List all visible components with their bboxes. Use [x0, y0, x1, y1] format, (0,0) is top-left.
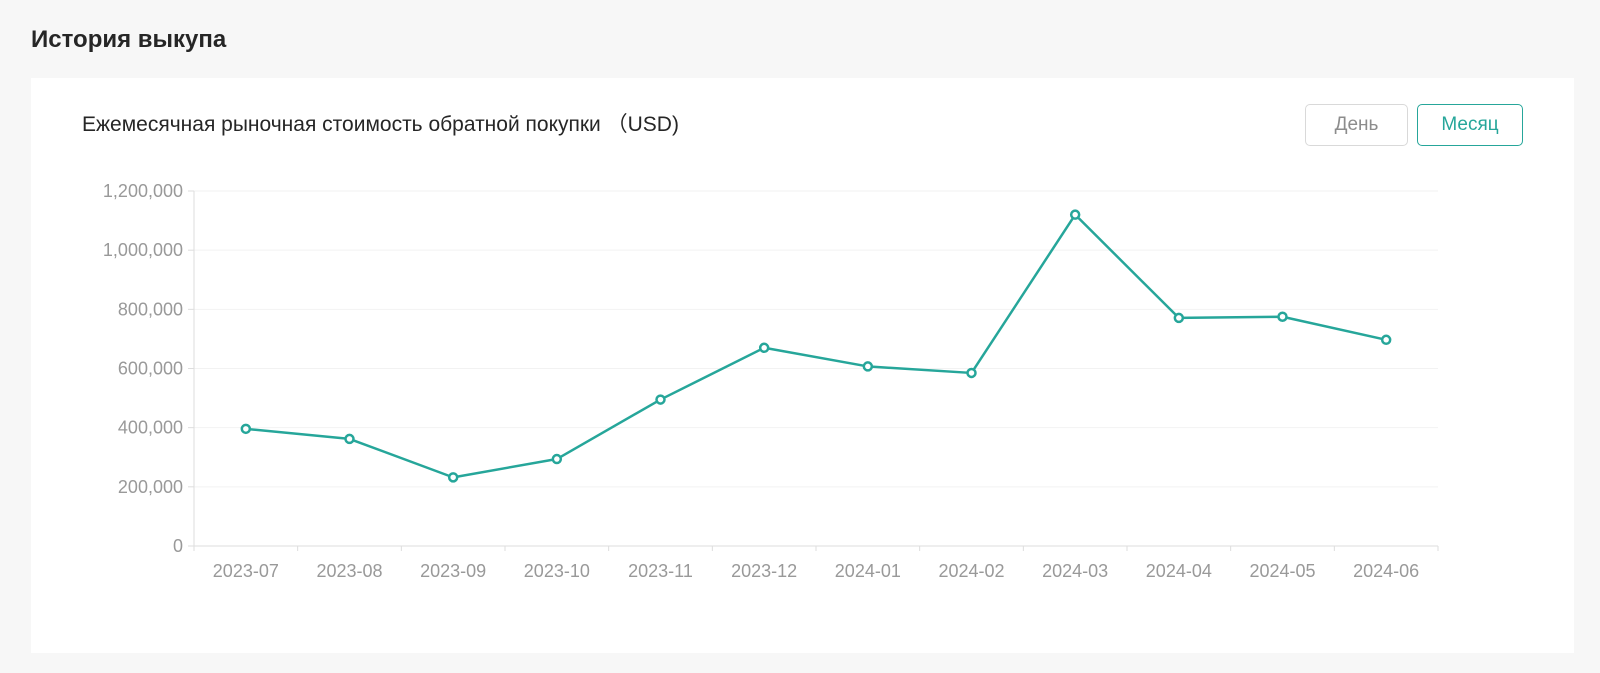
period-toggle: День Месяц — [1305, 104, 1523, 146]
x-tick-label: 2023-08 — [316, 561, 382, 581]
data-point[interactable] — [344, 433, 355, 445]
y-tick-labels: 0 200,000 400,000 600,000 800,000 1,000,000 1,… — [103, 181, 183, 556]
grid-lines — [194, 190, 1438, 488]
data-point[interactable] — [1277, 311, 1288, 322]
y-tick-label: 0 — [173, 536, 183, 556]
series-line-layer — [245, 213, 1387, 479]
month-button[interactable]: Месяц — [1417, 104, 1523, 146]
data-point[interactable] — [447, 472, 459, 483]
x-tick-labels: 2023-07 2023-08 2023-09 2023-10 2023-11 2023-… — [213, 561, 1419, 581]
data-points — [240, 209, 1392, 483]
x-tick-label: 2024-02 — [938, 561, 1004, 581]
x-tick-label: 2024-04 — [1146, 561, 1212, 581]
y-tick-label: 1,000,000 — [103, 240, 183, 260]
data-point[interactable] — [758, 342, 770, 354]
day-button[interactable]: День — [1305, 104, 1408, 146]
data-point[interactable] — [966, 367, 977, 379]
x-tick-label: 2023-09 — [420, 561, 486, 581]
data-point[interactable] — [551, 453, 563, 465]
y-tick-label: 1,200,000 — [103, 181, 183, 201]
chart-card: 0 200,000 400,000 600,000 800,000 1,000,000 1,… — [31, 78, 1574, 653]
x-tick-label: 2024-06 — [1353, 561, 1419, 581]
y-tick-label: 200,000 — [118, 477, 183, 497]
y-tick-label: 800,000 — [118, 299, 183, 319]
x-tick-label: 2023-07 — [213, 561, 279, 581]
line-chart: 0 200,000 400,000 600,000 800,000 1,000,000 1,… — [103, 181, 1439, 581]
data-point[interactable] — [240, 423, 252, 435]
data-point[interactable] — [862, 361, 874, 372]
y-tick-label: 400,000 — [118, 418, 183, 438]
data-point[interactable] — [1069, 209, 1081, 220]
series-line — [245, 213, 1387, 479]
x-tick-label: 2023-11 — [628, 561, 693, 581]
section-title: История выкупа — [31, 26, 227, 53]
x-tick-label: 2024-01 — [835, 561, 901, 581]
x-tick-label: 2023-10 — [524, 561, 590, 581]
data-point[interactable] — [1380, 334, 1392, 346]
axes — [188, 190, 1439, 551]
y-tick-label: 600,000 — [118, 359, 183, 379]
data-point[interactable] — [655, 394, 666, 405]
x-tick-label: 2023-12 — [731, 561, 797, 581]
x-tick-label: 2024-05 — [1249, 561, 1315, 581]
x-tick-label: 2024-03 — [1042, 561, 1108, 581]
data-point[interactable] — [1173, 312, 1185, 324]
chart-title: Ежемесячная рыночная стоимость обратной … — [82, 113, 679, 136]
